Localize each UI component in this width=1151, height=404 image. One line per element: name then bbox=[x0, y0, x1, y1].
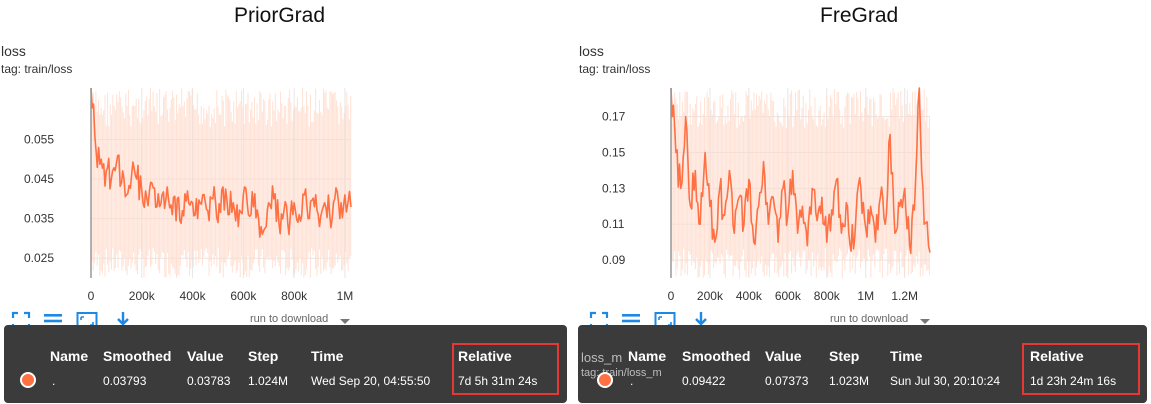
x-tick-label: 400k bbox=[736, 289, 763, 303]
relative-highlight-box bbox=[1022, 343, 1140, 395]
y-tick-label: 0.17 bbox=[602, 110, 626, 124]
relative-highlight-box bbox=[452, 343, 559, 395]
y-tick-label: 0.025 bbox=[24, 251, 54, 265]
x-tick-label: 0 bbox=[668, 289, 675, 303]
cell-name: . bbox=[630, 374, 634, 388]
col-header-name: Name bbox=[50, 348, 89, 364]
x-tick-label: 400k bbox=[180, 289, 207, 303]
col-header-step: Step bbox=[829, 348, 860, 364]
col-header-time: Time bbox=[311, 348, 344, 364]
col-header-name: Name bbox=[628, 348, 667, 364]
cell-time: Wed Sep 20, 04:55:50 bbox=[311, 374, 431, 388]
cell-step: 1.024M bbox=[248, 374, 289, 388]
x-tick-label: 1M bbox=[857, 289, 874, 303]
chevron-down-icon[interactable] bbox=[920, 319, 930, 324]
x-tick-label: 200k bbox=[129, 289, 156, 303]
run-to-download-select[interactable]: run to download bbox=[250, 313, 328, 325]
cell-name: . bbox=[52, 374, 56, 388]
loss-chart[interactable]: 0.025 0.035 0.045 0.055 0 200k 400k 600k 800k 1M bbox=[0, 80, 575, 310]
chevron-down-icon[interactable] bbox=[340, 319, 350, 324]
x-tick-label: 1M bbox=[337, 289, 354, 303]
run-color-dot bbox=[20, 372, 36, 388]
col-header-time: Time bbox=[890, 348, 923, 364]
y-tick-label: 0.045 bbox=[24, 172, 54, 186]
panel-heading: FreGrad bbox=[820, 4, 899, 27]
x-tick-label: 1.2M bbox=[891, 289, 918, 303]
col-header-step: Step bbox=[248, 348, 279, 364]
panel-fregrad: FreGrad loss tag: train/loss 0.09 0.11 0.1… bbox=[578, 0, 1151, 404]
hidden-card-tag: tag: train/loss_m bbox=[581, 367, 662, 379]
loss-chart[interactable]: 0.09 0.11 0.13 0.15 0.17 0 200k 400k 600k 800k 1M 1… bbox=[578, 80, 1151, 310]
y-tick-label: 0.035 bbox=[24, 212, 54, 226]
x-tick-label: 600k bbox=[775, 289, 802, 303]
y-tick-label: 0.13 bbox=[602, 181, 626, 195]
cell-smoothed: 0.03793 bbox=[103, 374, 147, 388]
col-header-value: Value bbox=[187, 348, 224, 364]
col-header-value: Value bbox=[765, 348, 802, 364]
x-tick-label: 600k bbox=[230, 289, 257, 303]
chart-title: loss bbox=[1, 43, 26, 59]
x-tick-label: 0 bbox=[88, 289, 95, 303]
data-tooltip: loss_m tag: train/loss_m Name Smoothed V… bbox=[578, 325, 1147, 403]
data-tooltip: Name Smoothed Value Step Time Relative .… bbox=[4, 325, 567, 403]
panel-priorgrad: PriorGrad loss tag: train/loss 0.025 0.03… bbox=[0, 0, 575, 404]
col-header-smoothed: Smoothed bbox=[103, 348, 172, 364]
run-to-download-select[interactable]: run to download bbox=[830, 313, 908, 325]
run-color-dot bbox=[597, 372, 613, 388]
cell-step: 1.023M bbox=[829, 374, 870, 388]
chart-tag: tag: train/loss bbox=[1, 62, 73, 76]
cell-smoothed: 0.09422 bbox=[682, 374, 726, 388]
chart-title: loss bbox=[579, 43, 604, 59]
col-header-smoothed: Smoothed bbox=[682, 348, 751, 364]
chart-tag: tag: train/loss bbox=[579, 62, 651, 76]
y-tick-label: 0.09 bbox=[602, 253, 626, 267]
y-tick-label: 0.15 bbox=[602, 146, 626, 160]
x-tick-label: 800k bbox=[281, 289, 308, 303]
cell-time: Sun Jul 30, 20:10:24 bbox=[890, 374, 1001, 388]
x-tick-label: 800k bbox=[814, 289, 841, 303]
x-tick-label: 200k bbox=[697, 289, 724, 303]
y-tick-label: 0.11 bbox=[602, 217, 625, 231]
cell-value: 0.07373 bbox=[765, 374, 809, 388]
y-tick-label: 0.055 bbox=[24, 132, 54, 146]
cell-value: 0.03783 bbox=[187, 374, 231, 388]
panel-heading: PriorGrad bbox=[234, 4, 326, 27]
hidden-card-title: loss_m bbox=[581, 350, 623, 365]
